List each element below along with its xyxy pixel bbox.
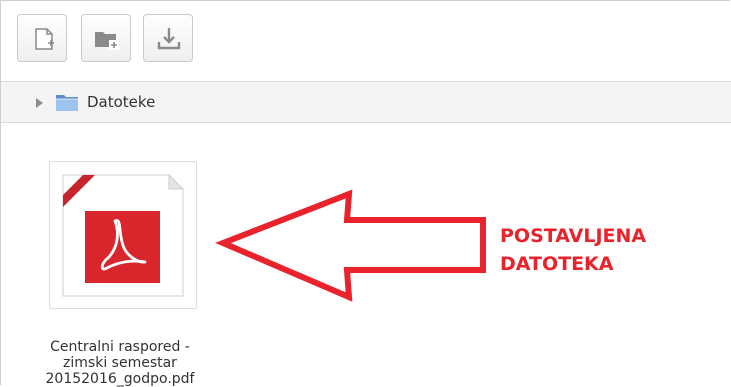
triangle-right-icon[interactable]: [36, 98, 43, 108]
annotation-line: POSTAVLJENA: [500, 225, 647, 247]
folder-icon: [56, 95, 78, 111]
file-name[interactable]: Centralni raspored - zimski semestar 201…: [15, 339, 225, 387]
download-icon: [157, 28, 181, 50]
pdf-file-icon: [62, 173, 185, 297]
new-folder-icon: [95, 32, 119, 50]
toolbar: [1, 1, 731, 73]
new-file-button[interactable]: [17, 14, 67, 62]
new-folder-button[interactable]: [81, 14, 131, 62]
breadcrumb-icons: [36, 95, 78, 111]
new-file-icon: [35, 28, 54, 50]
folder-label-datoteke[interactable]: Datoteke: [87, 93, 155, 111]
download-button[interactable]: [143, 14, 193, 62]
file-item[interactable]: [49, 161, 197, 309]
annotation-line: DATOTEKA: [500, 253, 614, 275]
file-name-line: Centralni raspored -: [50, 339, 190, 355]
file-manager-window: Datoteke Centralni raspored - zimski sem…: [0, 0, 731, 387]
breadcrumb: Datoteke: [1, 81, 731, 123]
file-name-line: zimski semestar: [63, 355, 177, 371]
annotation-text: POSTAVLJENA DATOTEKA: [500, 222, 646, 278]
